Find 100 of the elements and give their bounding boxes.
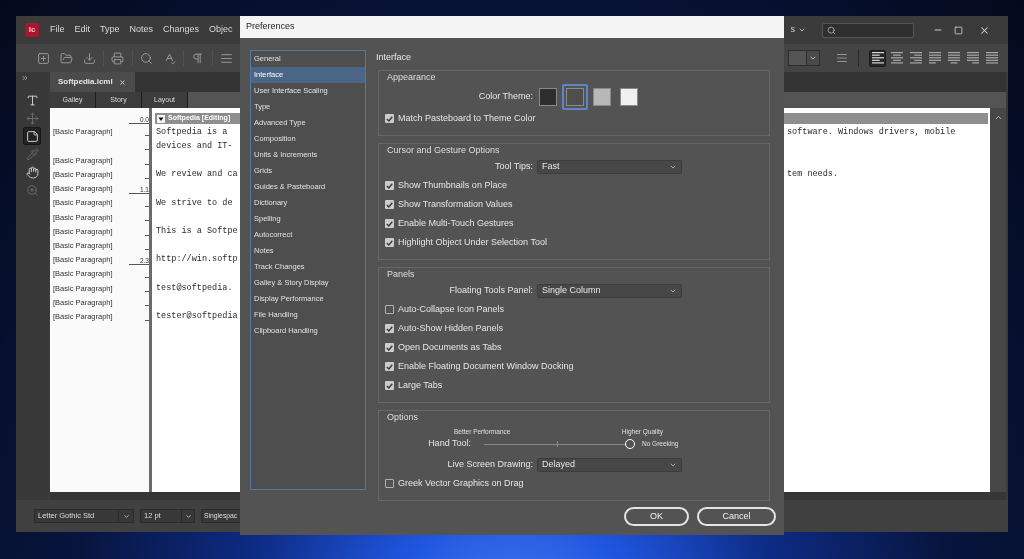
checkbox-label[interactable]: Match Pasteboard to Theme Color [398,111,536,126]
dialog-button[interactable]: Cancel [697,507,776,526]
app-logo: Ic [25,23,39,37]
checkmark-icon [386,182,393,189]
document-tab[interactable]: Softpedia.icml [50,72,135,92]
close-icon [978,24,990,36]
checkbox-label[interactable]: Auto-Collapse Icon Panels [398,302,505,317]
scrollbar[interactable] [990,108,1006,492]
checkbox[interactable] [385,381,394,390]
checkbox-label[interactable]: Show Thumbnails on Place [398,178,507,193]
field-label: Hand Tool: [428,437,471,451]
checkmark-icon [386,201,393,208]
field-label: Floating Tools Panel: [449,284,533,298]
download-tray-icon[interactable] [83,51,96,65]
checkmark-icon [386,115,393,122]
checkmark-icon [386,239,393,246]
checkbox-label[interactable]: Open Documents as Tabs [398,340,502,355]
checkbox-label[interactable]: Highlight Object Under Selection Tool [398,235,547,250]
checkbox[interactable] [385,362,394,371]
align-left-button[interactable] [869,49,886,67]
disclosure-triangle-icon[interactable] [157,114,165,123]
checkbox[interactable] [385,343,394,352]
hand-icon [25,165,39,179]
checkbox[interactable] [385,324,394,333]
dropdown[interactable]: Single Column [537,284,682,298]
dropdown[interactable]: Delayed [537,458,682,472]
checkbox[interactable] [385,479,394,488]
field-label: Live Screen Drawing: [447,458,533,472]
story-text-line: http://win.softp [156,254,238,265]
checkbox-label[interactable]: Auto-Show Hidden Panels [398,321,504,336]
menu-item[interactable]: Changes [163,23,200,37]
story-text-line: We review and ca [156,169,238,180]
new-document-icon[interactable] [37,51,50,65]
menu-item[interactable]: Objec [209,23,233,37]
caret-icon [669,461,677,469]
checkbox[interactable] [385,114,394,123]
caret-icon [669,287,677,295]
dialog-button[interactable]: OK [624,507,689,526]
group-title: Cursor and Gesture Options [387,144,500,158]
search-icon [827,25,836,35]
checkbox-label[interactable]: Large Tabs [398,378,443,393]
eyedropper-icon [25,147,39,161]
story-text-line: This is a Softpe [156,226,238,237]
align-right-icon [909,52,922,64]
story-text-line: software. Windows drivers, mobile [787,126,956,137]
checkmark-icon [386,325,393,332]
pilcrow-icon[interactable] [191,51,204,65]
move-arrows-icon [25,111,39,125]
checkbox-label[interactable]: Enable Multi-Touch Gestures [398,216,514,231]
search-field[interactable] [822,22,914,38]
printer-icon[interactable] [111,51,124,65]
slider-track[interactable] [484,439,635,449]
caret-icon [669,163,677,171]
checkmark-icon [386,220,393,227]
search-icon[interactable] [140,51,153,65]
folder-icon[interactable] [60,51,73,65]
justify-right-icon [966,52,979,64]
field-label: Tool Tips: [494,160,533,174]
checkbox[interactable] [385,238,394,247]
menu-item[interactable]: File [50,23,65,37]
expand-panel-icon[interactable] [21,74,29,82]
group-title: Appearance [387,71,436,85]
tool-button[interactable] [23,127,41,145]
lines-icon[interactable] [220,51,233,65]
menu-item[interactable]: Notes [129,23,154,37]
maximize-icon [953,25,963,35]
spellcheck-icon[interactable] [163,51,176,65]
dropdown[interactable]: Fast [537,160,682,174]
story-text-line: Softpedia is a [156,126,228,137]
group-title: Panels [387,268,415,282]
field-label: Color Theme: [478,90,533,104]
checkbox[interactable] [385,181,394,190]
justify-center-icon [947,52,960,64]
zoom-icon [25,183,39,197]
checkmark-icon [386,344,393,351]
tool-button[interactable] [23,163,41,181]
justify-all-icon [985,52,998,64]
checkbox[interactable] [385,200,394,209]
align-center-icon [890,52,903,64]
section-heading: Interface [376,51,412,65]
align-left-icon [871,52,884,64]
checkmark-icon [386,363,393,370]
menu-item[interactable]: Edit [74,23,91,37]
slider-thumb[interactable] [625,439,635,449]
checkbox-label[interactable]: Show Transformation Values [398,197,513,212]
workspace-menu[interactable]: s [784,22,806,38]
close-icon [118,78,126,86]
text-tool-icon [25,93,39,107]
checkbox-label[interactable]: Greek Vector Graphics on Drag [398,476,524,491]
checkbox-label[interactable]: Enable Floating Document Window Docking [398,359,574,374]
checkbox[interactable] [385,305,394,314]
lines-icon[interactable] [836,52,848,64]
note-icon [25,129,39,143]
group-title: Options [387,411,419,425]
caret-icon [809,54,817,62]
caret-icon [184,512,192,520]
menu-item[interactable]: Type [100,23,120,37]
checkbox[interactable] [385,219,394,228]
justify-left-icon [928,52,941,64]
checkmark-icon [386,382,393,389]
